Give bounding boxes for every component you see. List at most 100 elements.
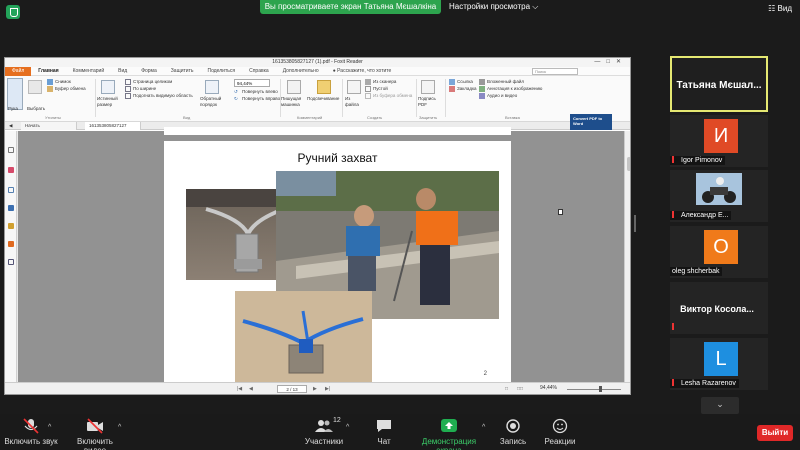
from-clipboard-button[interactable]: Из буфера обмена bbox=[365, 93, 412, 99]
record-button[interactable]: Запись bbox=[498, 418, 528, 446]
signature-panel-icon[interactable] bbox=[8, 259, 14, 265]
audio-options-chevron-icon[interactable]: ^ bbox=[48, 424, 51, 431]
scrollbar-thumb[interactable] bbox=[627, 157, 630, 171]
view-options-menu[interactable]: Настройки просмотра ⌵ bbox=[449, 0, 538, 14]
menu-form[interactable]: Форма bbox=[134, 68, 164, 74]
security-shield-icon[interactable] bbox=[6, 5, 20, 19]
menu-view[interactable]: Вид bbox=[111, 68, 134, 74]
zoom-slider-knob[interactable] bbox=[599, 386, 602, 392]
actual-size-button[interactable]: Истинный размер bbox=[97, 96, 123, 108]
image-icon bbox=[479, 86, 485, 92]
menu-comment[interactable]: Комментарий bbox=[66, 68, 112, 74]
sign-pdf-button[interactable]: Подпись PDF bbox=[418, 96, 440, 108]
typewriter-button[interactable]: Пишущая машинка bbox=[281, 96, 307, 108]
participant-tile[interactable]: O oleg shcherbak bbox=[670, 226, 768, 278]
participant-name-large: Виктор Косола... bbox=[680, 304, 754, 314]
blank-page-button[interactable]: Пустой bbox=[365, 86, 388, 92]
page-number-input[interactable]: 2 / 13 bbox=[277, 385, 307, 393]
menu-share[interactable]: Поделиться bbox=[200, 68, 242, 74]
highlight-icon bbox=[317, 80, 331, 94]
reactions-button[interactable]: Реакции bbox=[542, 418, 578, 446]
vertical-scrollbar[interactable] bbox=[624, 131, 630, 384]
tab-document[interactable]: 161353805827127 (1)... bbox=[85, 122, 141, 136]
menu-extra[interactable]: Дополнительно bbox=[276, 68, 326, 74]
bookmark-panel-icon[interactable] bbox=[8, 167, 14, 173]
view-button[interactable]: ☷ Вид bbox=[768, 4, 792, 13]
attachments-icon[interactable] bbox=[8, 223, 14, 229]
tab-nav-arrow-icon[interactable]: ◀ bbox=[9, 122, 12, 130]
share-screen-button[interactable]: Демонстрация экрана bbox=[410, 418, 488, 450]
rotate-left-button[interactable]: ↺ Повернуть влево bbox=[234, 89, 278, 95]
security-panel-icon[interactable] bbox=[8, 241, 14, 247]
zoom-combo[interactable]: 94,44% bbox=[234, 79, 270, 87]
snapshot-button[interactable]: Снимок bbox=[47, 79, 71, 85]
foxit-search-input[interactable]: Поиск bbox=[532, 68, 578, 75]
video-options-chevron-icon[interactable]: ^ bbox=[118, 424, 121, 431]
participant-tile[interactable]: Александр Е... bbox=[670, 170, 768, 222]
audio-video-button[interactable]: Аудио и видео bbox=[479, 93, 517, 99]
prev-page-icon[interactable]: ◀ bbox=[249, 386, 253, 392]
ribbon-separator bbox=[342, 79, 343, 117]
participant-tile-speaker[interactable]: Татьяна Мєшал... bbox=[670, 56, 768, 112]
comments-panel-icon[interactable] bbox=[8, 205, 14, 211]
clipboard-button[interactable]: Буфер обмена bbox=[47, 86, 86, 92]
participant-tile[interactable]: L Lesha Razarenov bbox=[670, 338, 768, 390]
from-scanner-button[interactable]: Из сканера bbox=[365, 79, 396, 85]
photo-blue-hand-grip bbox=[235, 291, 372, 383]
pen-sign-icon bbox=[421, 80, 435, 94]
page-thumbnail-icon[interactable] bbox=[8, 147, 14, 153]
blank-page-icon bbox=[365, 86, 371, 92]
fit-visible-button[interactable]: Подогнать видимую область bbox=[125, 93, 193, 99]
layers-icon[interactable] bbox=[8, 187, 14, 193]
from-file-button[interactable]: Из файла bbox=[345, 96, 363, 108]
menu-home[interactable]: Главная bbox=[31, 68, 65, 74]
two-page-view-icon[interactable]: □□ bbox=[517, 386, 523, 392]
participant-tile[interactable]: И Igor Pimonov bbox=[670, 115, 768, 167]
bookmark-button[interactable]: Закладка bbox=[449, 86, 477, 92]
select-tool-label[interactable]: Выбрать bbox=[27, 106, 45, 112]
single-page-view-icon[interactable]: □ bbox=[505, 386, 508, 392]
ribbon-separator bbox=[95, 79, 96, 117]
last-page-icon[interactable]: ▶| bbox=[325, 386, 330, 392]
unmute-button[interactable]: Включить звук bbox=[4, 418, 58, 446]
menu-protect[interactable]: Защитить bbox=[164, 68, 201, 74]
participant-name-label: Igor Pimonov bbox=[670, 156, 726, 165]
tab-start[interactable]: Начать bbox=[21, 122, 77, 130]
mic-muted-icon bbox=[672, 156, 679, 163]
participant-name-label: Lesha Razarenov bbox=[670, 379, 739, 388]
next-page-icon[interactable]: ▶ bbox=[313, 386, 317, 392]
rotate-right-button[interactable]: ↻ Повернуть вправо bbox=[234, 96, 280, 102]
convert-pdf-to-word-ad[interactable]: Convert PDF to Word bbox=[570, 114, 612, 130]
zoom-slider[interactable] bbox=[567, 389, 621, 390]
panel-resize-handle[interactable] bbox=[634, 215, 636, 232]
leave-meeting-button[interactable]: Выйти bbox=[757, 425, 793, 441]
page-icon bbox=[125, 79, 131, 85]
audio-video-label: Аудио и видео bbox=[487, 93, 518, 99]
start-video-button[interactable]: Включить видео bbox=[66, 418, 124, 450]
share-options-chevron-icon[interactable]: ^ bbox=[482, 424, 485, 431]
reverse-order-button[interactable]: Обратный порядок bbox=[200, 96, 226, 108]
scroll-participants-down-button[interactable]: ⌄ bbox=[701, 397, 739, 414]
highlight-button[interactable]: Подсвечивание bbox=[307, 96, 345, 102]
snapshot-label: Снимок bbox=[55, 79, 71, 85]
menu-file[interactable]: Файл bbox=[5, 66, 32, 76]
participant-name: Александр Е... bbox=[681, 212, 729, 219]
pdf-page: Ручний захват 2 bbox=[164, 141, 511, 385]
attached-file-button[interactable]: Вложенный файл bbox=[479, 79, 524, 85]
menu-help[interactable]: Справка bbox=[242, 68, 276, 74]
chat-button[interactable]: Чат bbox=[370, 418, 398, 446]
avatar: L bbox=[704, 342, 738, 376]
participants-options-chevron-icon[interactable]: ^ bbox=[346, 424, 349, 431]
window-controls[interactable]: —□✕ bbox=[594, 58, 627, 67]
first-page-icon[interactable]: |◀ bbox=[237, 386, 242, 392]
fit-page-button[interactable]: Страница целиком bbox=[125, 79, 172, 85]
link-button[interactable]: Ссылка bbox=[449, 79, 473, 85]
image-annotation-button[interactable]: Аннотация к изображению bbox=[479, 86, 542, 92]
document-canvas: Ручний захват 2 bbox=[18, 127, 624, 385]
participant-tile[interactable]: Виктор Косола... bbox=[670, 282, 768, 334]
fit-width-button[interactable]: По ширине bbox=[125, 86, 156, 92]
tell-me-hint[interactable]: ● Расскажите, что хотите bbox=[326, 68, 399, 74]
group-insert-label: Вставка bbox=[505, 115, 520, 120]
fit-page-label: Страница целиком bbox=[133, 79, 173, 85]
link-label: Ссылка bbox=[457, 79, 473, 85]
